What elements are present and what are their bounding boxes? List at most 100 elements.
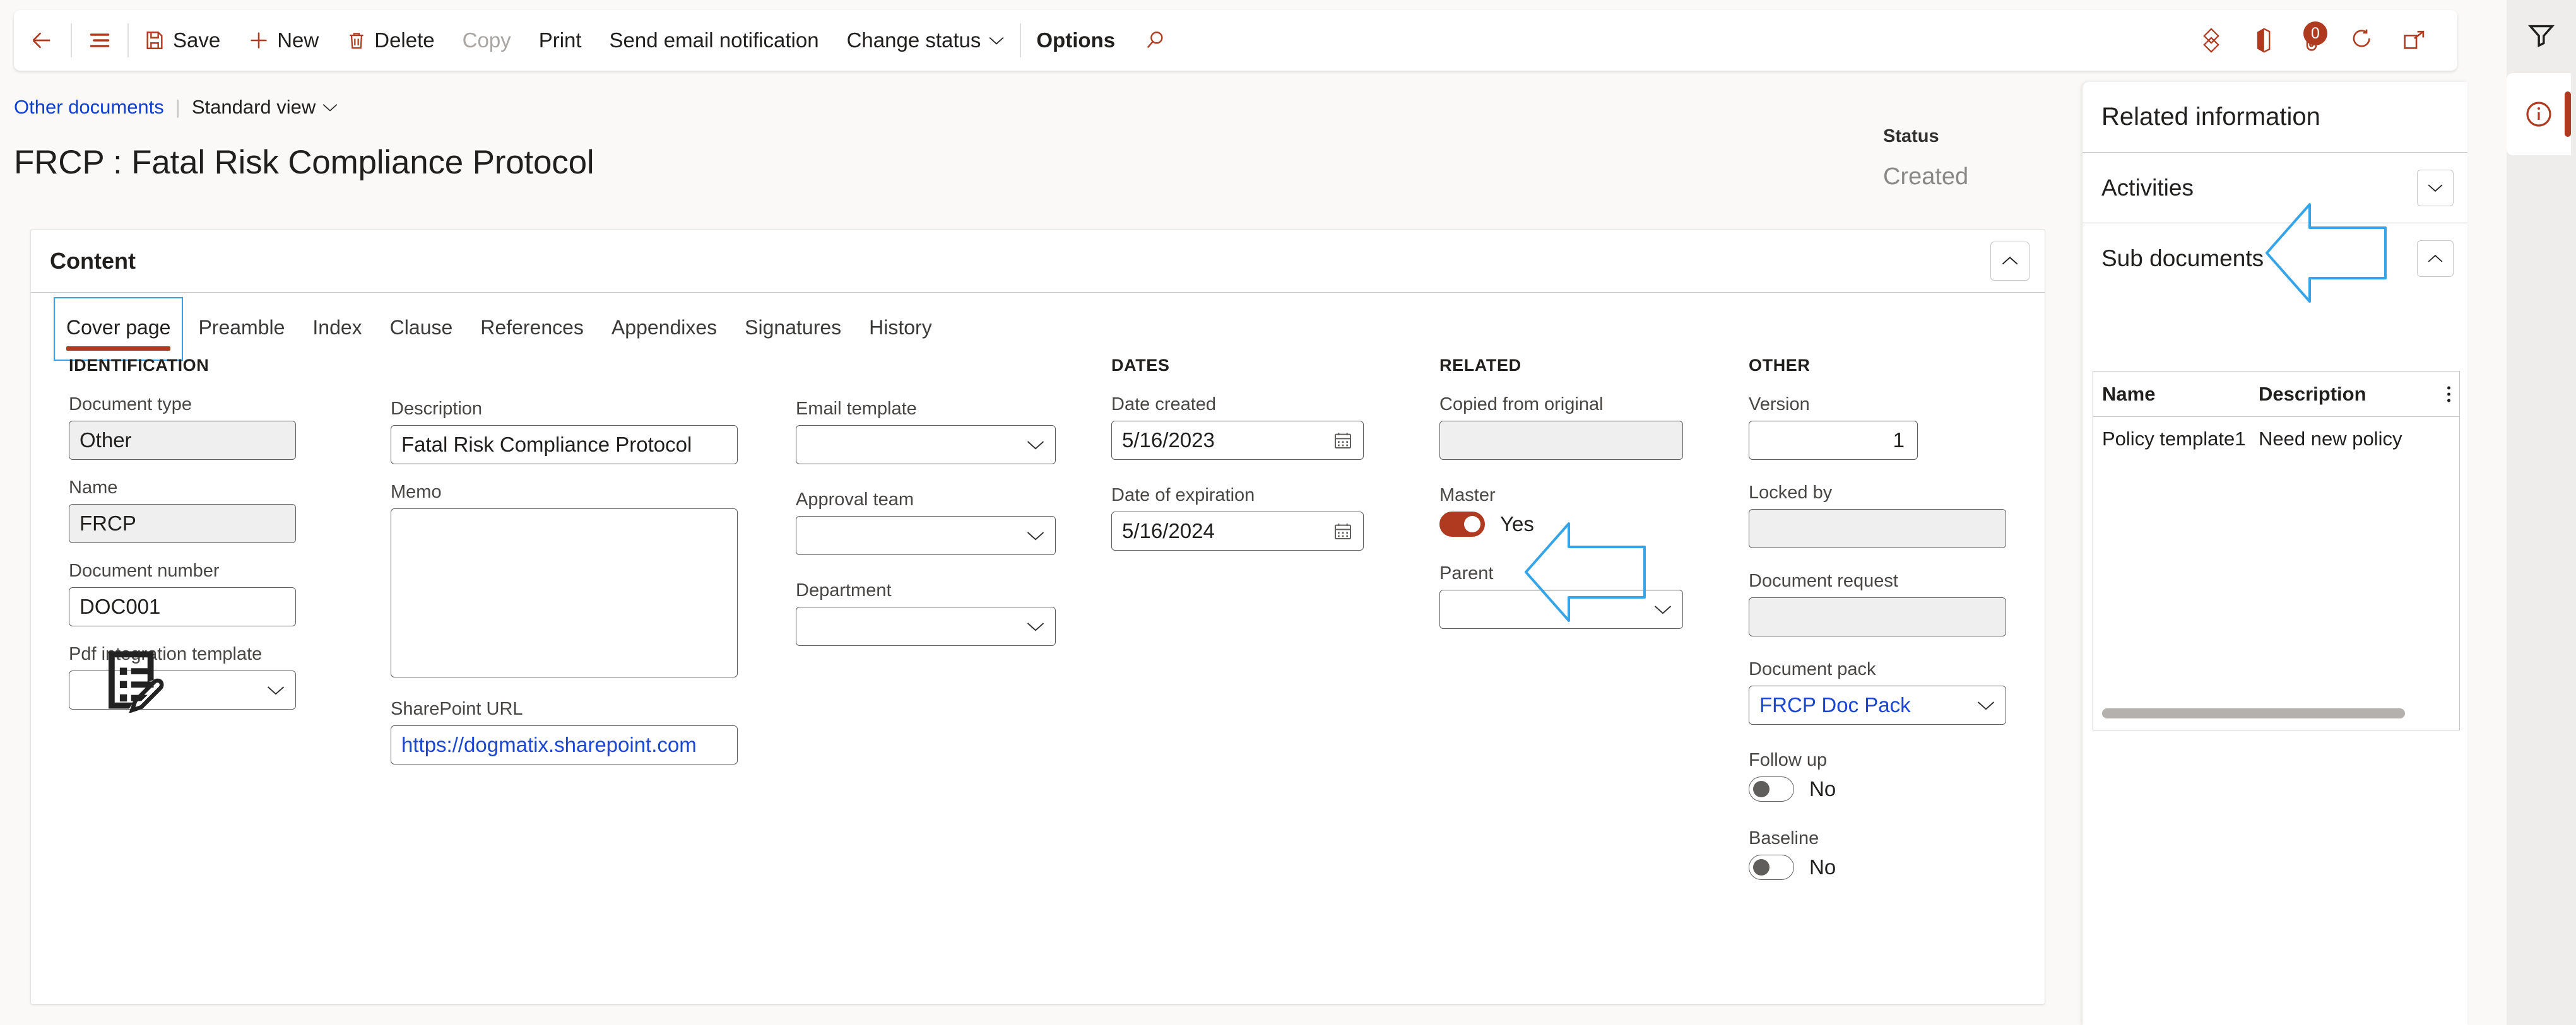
document-number-label: Document number: [69, 561, 220, 581]
print-button[interactable]: Print: [525, 10, 596, 71]
tab-clause[interactable]: Clause: [377, 302, 466, 356]
field-sharepoint-url: SharePoint URL https://dogmatix.sharepoi…: [391, 699, 738, 764]
arrow-left-icon: [29, 28, 54, 53]
baseline-toggle[interactable]: [1749, 855, 1794, 880]
tab-references[interactable]: References: [468, 302, 596, 356]
plus-icon: [248, 30, 269, 51]
document-request-input[interactable]: [1749, 597, 2006, 636]
tab-signatures[interactable]: Signatures: [732, 302, 854, 356]
refresh-button[interactable]: [2336, 10, 2388, 71]
content-collapse-button[interactable]: [1990, 241, 2029, 281]
panel-section-sub-documents[interactable]: Sub documents: [2083, 223, 2467, 294]
new-button[interactable]: New: [234, 10, 333, 71]
field-locked-by: Locked by: [1749, 483, 2006, 548]
save-button[interactable]: Save: [130, 10, 234, 71]
baseline-value: No: [1809, 855, 1836, 879]
options-button[interactable]: Options: [1022, 10, 1129, 71]
copy-button[interactable]: Copy: [449, 10, 525, 71]
department-label: Department: [796, 580, 892, 600]
field-master: Master Yes: [1439, 485, 1683, 537]
sharepoint-url-input[interactable]: https://dogmatix.sharepoint.com: [391, 725, 738, 764]
document-type-value: Other: [80, 428, 132, 452]
content-card-title: Content: [50, 247, 136, 274]
related-information-button[interactable]: [2507, 73, 2571, 155]
parent-label: Parent: [1439, 563, 1494, 583]
email-template-select[interactable]: [796, 425, 1056, 464]
document-request-label: Document request: [1749, 571, 1898, 591]
version-label: Version: [1749, 394, 1810, 414]
filters-button[interactable]: [2507, 0, 2576, 69]
open-in-new-window-button[interactable]: [2388, 10, 2441, 71]
panel-section-activities[interactable]: Activities: [2083, 153, 2467, 223]
approval-team-label: Approval team: [796, 489, 914, 510]
parent-select[interactable]: [1439, 590, 1683, 629]
field-date-created: Date created 5/16/2023: [1111, 394, 1364, 460]
tab-label: Index: [312, 316, 362, 339]
toolbar-divider: [71, 23, 72, 57]
delete-button[interactable]: Delete: [333, 10, 448, 71]
delete-label: Delete: [374, 28, 435, 52]
form-column-dates: DATES Date created 5/16/2023 Date of exp…: [1111, 356, 1364, 568]
document-type-input[interactable]: Other: [69, 421, 296, 460]
tab-index[interactable]: Index: [300, 302, 374, 356]
tab-preamble[interactable]: Preamble: [186, 302, 297, 356]
power-bi-button[interactable]: [2185, 10, 2238, 71]
department-select[interactable]: [796, 607, 1056, 646]
save-icon: [144, 30, 165, 51]
date-created-input[interactable]: 5/16/2023: [1111, 421, 1364, 460]
copy-label: Copy: [462, 28, 511, 52]
change-status-menu[interactable]: Change status: [833, 10, 1019, 71]
tab-cover-page[interactable]: Cover page: [54, 297, 184, 361]
tab-appendixes[interactable]: Appendixes: [599, 302, 730, 356]
grid-overflow-menu-icon[interactable]: [2447, 386, 2450, 402]
field-memo: Memo: [391, 482, 738, 677]
document-pack-select[interactable]: FRCP Doc Pack: [1749, 686, 2006, 725]
activities-label: Activities: [2101, 174, 2194, 201]
document-number-input[interactable]: DOC001: [69, 587, 296, 626]
copied-from-original-input[interactable]: [1439, 421, 1683, 460]
breadcrumb-parent-link[interactable]: Other documents: [14, 96, 164, 119]
group-heading-dates: DATES: [1111, 356, 1170, 375]
master-toggle[interactable]: [1439, 512, 1485, 537]
toolbar-divider: [1020, 23, 1022, 57]
description-input[interactable]: Fatal Risk Compliance Protocol: [391, 425, 738, 464]
version-input[interactable]: 1: [1749, 421, 1918, 460]
navigation-pane-button[interactable]: [73, 10, 126, 71]
calendar-icon[interactable]: [1333, 430, 1353, 450]
back-button[interactable]: [14, 10, 69, 71]
column-header-description[interactable]: Description: [2259, 383, 2459, 406]
cover-page-form: IDENTIFICATION Document type Other Name …: [31, 356, 2045, 1005]
open-in-office-button[interactable]: [2238, 10, 2287, 71]
document-number-value: DOC001: [80, 595, 161, 618]
sharepoint-url-label: SharePoint URL: [391, 699, 523, 719]
content-tabs: Cover page Preamble Index Clause Referen…: [31, 293, 2045, 361]
search-button[interactable]: [1129, 10, 1181, 71]
attachments-button[interactable]: 0: [2287, 10, 2336, 71]
command-bar: Save New Delete Copy Print Send email no…: [14, 10, 2457, 71]
description-value: Fatal Risk Compliance Protocol: [401, 433, 692, 456]
column-header-name[interactable]: Name: [2093, 383, 2259, 406]
office-icon: [2252, 27, 2273, 54]
memo-textarea[interactable]: [391, 508, 738, 677]
power-bi-icon: [2199, 27, 2224, 54]
active-rail-marker: [2565, 91, 2571, 137]
name-input[interactable]: FRCP: [69, 504, 296, 543]
approval-team-select[interactable]: [796, 516, 1056, 555]
tab-label: Preamble: [198, 316, 285, 339]
form-column-other: OTHER Version 1 Locked by Document reque…: [1749, 356, 2006, 898]
follow-up-toggle[interactable]: [1749, 776, 1794, 802]
tab-history[interactable]: History: [856, 302, 945, 356]
table-row[interactable]: Policy template1 Need new policy: [2093, 417, 2459, 461]
date-of-expiration-input[interactable]: 5/16/2024: [1111, 512, 1364, 551]
chevron-down-icon: [2427, 182, 2443, 193]
activities-expand-button[interactable]: [2417, 169, 2454, 206]
date-of-expiration-label: Date of expiration: [1111, 485, 1255, 505]
master-label: Master: [1439, 485, 1496, 505]
view-selector[interactable]: Standard view: [192, 96, 338, 119]
calendar-icon[interactable]: [1333, 521, 1353, 541]
grid-horizontal-scrollbar[interactable]: [2102, 708, 2405, 718]
send-email-notification-button[interactable]: Send email notification: [596, 10, 833, 71]
field-department: Department: [796, 580, 1056, 646]
locked-by-input[interactable]: [1749, 509, 2006, 548]
sub-documents-collapse-button[interactable]: [2417, 240, 2454, 277]
